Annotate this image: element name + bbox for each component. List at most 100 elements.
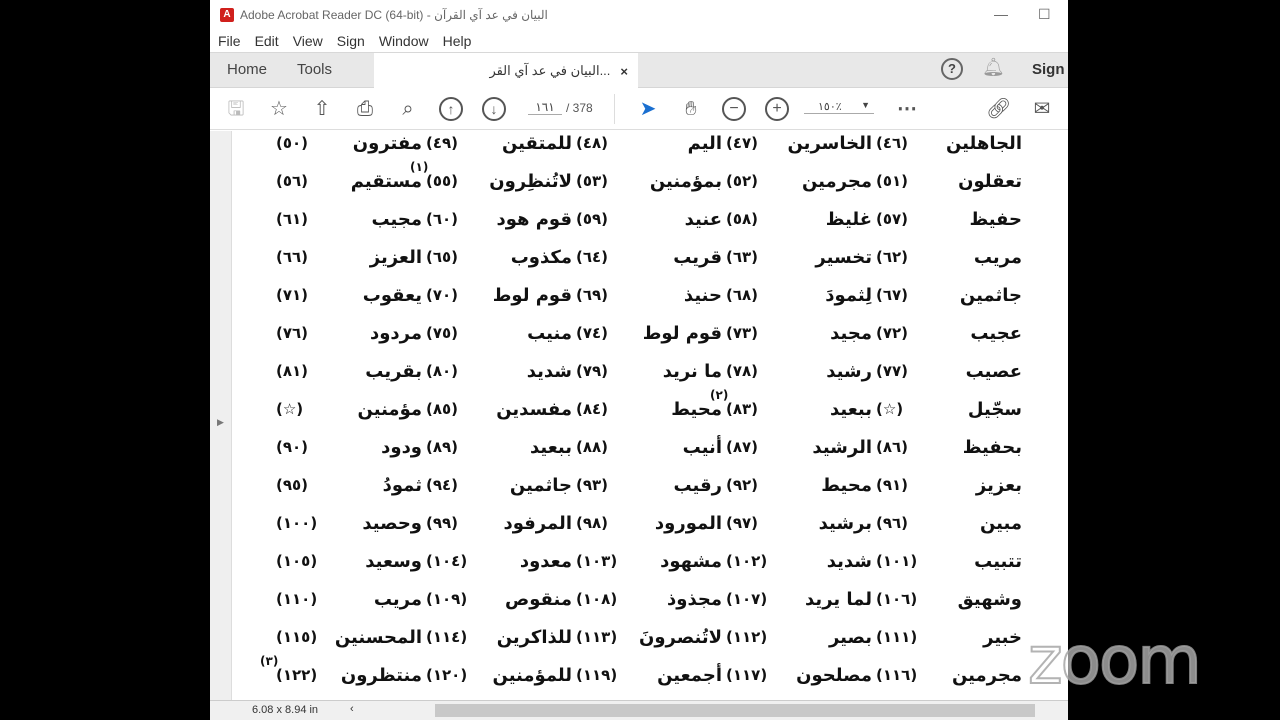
verse-ending-word: تعقلون bbox=[958, 170, 1022, 192]
verse-cell: لما يريد (١٠٧) bbox=[722, 581, 872, 617]
menu-edit[interactable]: Edit bbox=[255, 33, 279, 49]
verse-number: (٩٨) bbox=[576, 514, 608, 532]
verse-cell: منيب (٧٥) bbox=[422, 315, 572, 351]
hand-tool-icon[interactable]: ✋︎ bbox=[679, 97, 703, 121]
verse-number-text: (٧٨) bbox=[726, 362, 759, 380]
menu-file[interactable]: File bbox=[218, 33, 241, 49]
verse-number-text: (٨٣) bbox=[726, 400, 759, 418]
verse-number: (٦٣) bbox=[726, 248, 758, 266]
menu-window[interactable]: Window bbox=[379, 33, 429, 49]
tab-bar: Home Tools البيان في عد آي القر... × ? 🔔… bbox=[210, 52, 1068, 89]
more-tools-icon[interactable]: ⋯ bbox=[895, 97, 919, 121]
verse-cell: خبير (١١١) bbox=[872, 619, 1022, 655]
verse-ending-word: بصير bbox=[828, 626, 872, 648]
verse-number-text: (٥٧) bbox=[876, 210, 909, 228]
verse-cell: عصيب (٧٧) bbox=[872, 353, 1022, 389]
tab-home[interactable]: Home bbox=[227, 61, 267, 78]
verse-number: (١٢٢) (٣) bbox=[260, 654, 317, 684]
previous-page-icon[interactable]: ↑ bbox=[439, 97, 463, 121]
sign-in-button[interactable]: Sign bbox=[1032, 61, 1065, 78]
verse-number-text: (١١٥) bbox=[276, 628, 318, 646]
verse-cell: محيط (٩٢) bbox=[722, 467, 872, 503]
select-cursor-icon[interactable]: ➤ bbox=[636, 97, 660, 121]
verse-number-text: (٩٣) bbox=[576, 476, 609, 494]
menu-help[interactable]: Help bbox=[443, 33, 472, 49]
verse-number: (١١٠) bbox=[276, 590, 317, 608]
verse-ending-word: مشهود bbox=[660, 550, 722, 572]
verse-number-text: (٦٩) bbox=[576, 286, 609, 304]
expand-arrow-icon[interactable]: ▶ bbox=[217, 417, 224, 428]
tab-document[interactable]: البيان في عد آي القر... × bbox=[374, 53, 638, 89]
verse-cell: بصير (١١٢) bbox=[722, 619, 872, 655]
verse-number: (١٠٩) bbox=[426, 590, 467, 608]
minimize-button[interactable]: — bbox=[994, 6, 1008, 22]
upload-cloud-icon[interactable]: ⇧ bbox=[310, 97, 334, 121]
menu-view[interactable]: View bbox=[293, 33, 323, 49]
help-icon[interactable]: ? bbox=[941, 58, 963, 80]
verse-ending-word: قريب bbox=[673, 246, 722, 268]
verse-number-text: (٧٧) bbox=[876, 362, 909, 380]
menu-bar: File Edit View Sign Window Help bbox=[210, 30, 1068, 52]
verse-number: (٧٧) bbox=[876, 362, 908, 380]
verse-number: (١٠١) bbox=[876, 552, 917, 570]
email-icon[interactable]: ✉ bbox=[1030, 97, 1054, 121]
verse-number-text: (٧٦) bbox=[276, 324, 309, 342]
verse-ending-word: أنيب bbox=[682, 436, 722, 458]
verse-number: (٥١) bbox=[876, 172, 908, 190]
verse-number: (٩٠) bbox=[276, 438, 308, 456]
print-icon[interactable]: ⎙ bbox=[353, 97, 377, 121]
verse-number: (١١٥) bbox=[276, 628, 317, 646]
verse-ending-word: الرشيد bbox=[812, 436, 872, 458]
tab-close-button[interactable]: × bbox=[620, 64, 628, 79]
share-link-icon[interactable]: 🔗︎ bbox=[986, 97, 1011, 121]
verse-number-text: (٧١) bbox=[276, 286, 309, 304]
footnote-marker: (٢) bbox=[710, 388, 729, 402]
verse-cell: ببعيد (٨٣) (٢) bbox=[710, 388, 872, 427]
verse-number: (١١٤) bbox=[426, 628, 467, 646]
verse-cell: الرشيد (٨٧) bbox=[722, 429, 872, 465]
next-page-icon[interactable]: ↓ bbox=[482, 97, 506, 121]
search-icon[interactable]: ⌕ bbox=[396, 97, 420, 121]
verse-row: خبير (١١١) بصير (١١٢) لاتُنصرونَ (١١٣) للذاكري… bbox=[272, 619, 1022, 655]
maximize-button[interactable]: ☐ bbox=[1038, 6, 1051, 23]
side-panel-toggle[interactable]: ▶ bbox=[210, 131, 232, 700]
verse-ending-word: قوم لوط bbox=[642, 322, 722, 344]
menu-sign[interactable]: Sign bbox=[337, 33, 365, 49]
verse-number-text: (٩٠) bbox=[276, 438, 309, 456]
verse-cell: رقيب (٩٣) bbox=[572, 467, 722, 503]
zoom-out-icon[interactable]: − bbox=[722, 97, 746, 121]
verse-number-text: (٤٧) bbox=[726, 134, 759, 152]
verse-number-text: (٨٩) bbox=[426, 438, 459, 456]
verse-cell: وسعيد (١٠٥) bbox=[272, 543, 422, 579]
verse-number: (٩٩) bbox=[426, 514, 458, 532]
verse-number-text: (١٠٠) bbox=[276, 514, 318, 532]
save-icon[interactable]: 🖫 bbox=[224, 97, 248, 121]
verse-number-text: (٩٩) bbox=[426, 514, 459, 532]
verse-number-text: (☆) bbox=[276, 400, 304, 418]
verse-number-text: (١٠٤) bbox=[426, 552, 468, 570]
zoom-in-icon[interactable]: + bbox=[765, 97, 789, 121]
bookmark-star-icon[interactable]: ☆ bbox=[267, 97, 291, 121]
verse-number-text: (١١٠) bbox=[276, 590, 318, 608]
verse-cell: شديد (٨٠) bbox=[422, 353, 572, 389]
verse-number: (١٠٦) bbox=[876, 590, 917, 608]
verse-row: تعقلون (٥١) مجرمين (٥٢) بمؤمنين (٥٣) لاتُنظِرو… bbox=[272, 160, 1022, 199]
verse-cell: برشيد (٩٧) bbox=[722, 505, 872, 541]
verse-number-text: (٨١) bbox=[276, 362, 309, 380]
verse-ending-word: حنيذ bbox=[683, 284, 722, 306]
verse-number-text: (٧٩) bbox=[576, 362, 609, 380]
zoom-watermark-logo: zoom bbox=[1027, 621, 1203, 700]
tab-tools[interactable]: Tools bbox=[297, 61, 332, 78]
status-bar: 6.08 x 8.94 in ‹ bbox=[210, 700, 1068, 720]
scroll-left-icon[interactable]: ‹ bbox=[350, 703, 354, 715]
verse-number: (٦٨) bbox=[726, 286, 758, 304]
verse-number: (١١٢) bbox=[726, 628, 767, 646]
toolbar-divider bbox=[614, 94, 615, 124]
document-view[interactable]: ▶ الجاهلين (٤٦) الخاسرين (٤٧) اليم (٤٨) للمتقي… bbox=[210, 131, 1068, 700]
horizontal-scrollbar[interactable] bbox=[435, 704, 1035, 717]
notification-bell-icon[interactable]: 🔔︎ bbox=[982, 57, 1005, 78]
page-number-input[interactable]: ١٦١ bbox=[528, 100, 562, 115]
zoom-level-dropdown[interactable]: ١٥٠٪ ▼ bbox=[804, 100, 874, 114]
verse-cell: حنيذ (٦٩) bbox=[572, 277, 722, 313]
verse-number: (٥٣) bbox=[576, 172, 608, 190]
